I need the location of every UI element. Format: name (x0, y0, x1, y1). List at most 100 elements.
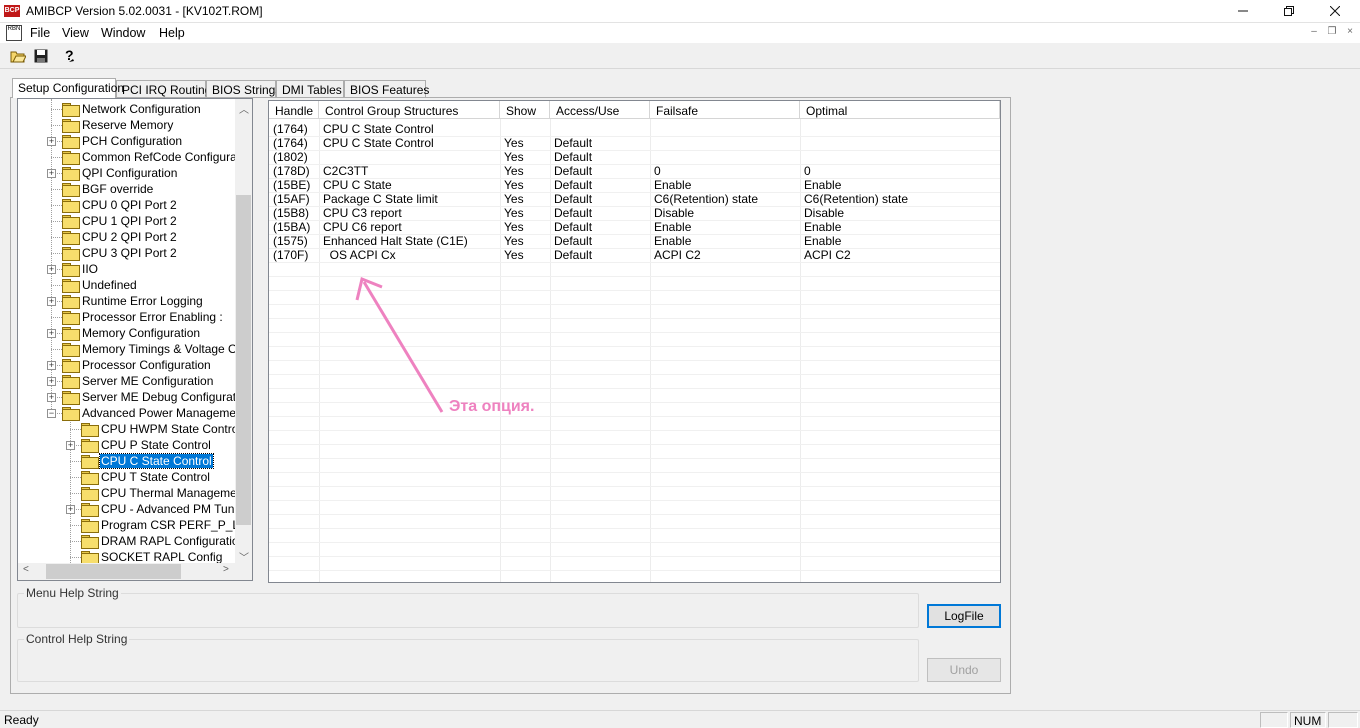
save-icon[interactable] (31, 46, 51, 66)
tree-item[interactable]: CPU - Advanced PM Tuning (81, 501, 251, 517)
tree-item-label: Common RefCode Configuration (82, 150, 253, 164)
control-grid[interactable]: Handle Control Group Structures Show Acc… (268, 100, 1001, 583)
document-icon[interactable]: RBN (6, 25, 22, 41)
tab-bios-strings[interactable]: BIOS Strings (206, 80, 281, 98)
expand-icon[interactable]: + (47, 169, 56, 178)
mdi-close-icon[interactable]: × (1342, 26, 1358, 40)
help-icon[interactable]: ? (60, 46, 80, 66)
grid-row-line (269, 430, 1000, 431)
cell-control-group: Package C State limit (323, 192, 438, 206)
tree-item[interactable]: BGF override (62, 181, 154, 197)
menu-window[interactable]: Window (101, 26, 145, 40)
undo-button[interactable]: Undo (927, 658, 1001, 682)
col-optimal[interactable]: Optimal (800, 101, 1000, 119)
setup-tree[interactable]: Network Configuration Reserve Memory + PCH … (17, 98, 253, 581)
table-row[interactable]: (1764) CPU C State Control Yes Default (269, 136, 1000, 150)
tree-vertical-scrollbar[interactable]: ︿ ﹀ (235, 99, 252, 565)
tree-connector (51, 253, 62, 254)
expand-icon[interactable]: + (47, 137, 56, 146)
status-bar: Ready NUM (0, 710, 1360, 728)
open-folder-icon[interactable] (8, 46, 28, 66)
tree-item[interactable]: CPU 3 QPI Port 2 (62, 245, 178, 261)
table-row[interactable]: (1802) Yes Default (269, 150, 1000, 164)
expand-icon[interactable]: + (66, 505, 75, 514)
scroll-down-icon[interactable]: ﹀ (239, 549, 249, 564)
grid-row-line (269, 304, 1000, 305)
tree-item[interactable]: CPU Thermal Management (81, 485, 248, 501)
menu-file[interactable]: File (30, 26, 50, 40)
tree-item[interactable]: Memory Configuration (62, 325, 201, 341)
tab-bios-features[interactable]: BIOS Features (344, 80, 429, 98)
tree-item[interactable]: CPU 1 QPI Port 2 (62, 213, 178, 229)
tree-item[interactable]: Server ME Configuration (62, 373, 214, 389)
expand-icon[interactable]: + (47, 361, 56, 370)
table-row[interactable]: (15B8) CPU C3 report Yes Default Disable Disa… (269, 206, 1000, 220)
tree-item[interactable]: CPU 0 QPI Port 2 (62, 197, 178, 213)
cell-access: Default (554, 206, 593, 220)
scroll-up-icon[interactable]: ︿ (239, 101, 249, 116)
folder-open-icon (81, 455, 99, 469)
tree-item[interactable]: Processor Error Enabling : (62, 309, 224, 325)
tree-horizontal-scrollbar[interactable]: < > (18, 563, 237, 580)
tab-pci-irq-routing[interactable]: PCI IRQ Routing (116, 80, 211, 98)
tree-item-label: CPU 3 QPI Port 2 (82, 246, 177, 260)
table-row[interactable]: (178D) C2C3TT Yes Default 0 0 (269, 164, 1000, 178)
tab-dmi-tables[interactable]: DMI Tables (276, 80, 344, 98)
tree-item[interactable]: CPU HWPM State Control (81, 421, 242, 437)
col-failsafe[interactable]: Failsafe (650, 101, 800, 119)
tree-item[interactable]: CPU P State Control (81, 437, 212, 453)
expand-icon[interactable]: + (47, 265, 56, 274)
minimize-icon[interactable] (1220, 0, 1266, 22)
tree-item[interactable]: PCH Configuration (62, 133, 183, 149)
tree-item[interactable]: CPU T State Control (81, 469, 211, 485)
tree-item[interactable]: CPU C State Control (81, 453, 214, 469)
expand-icon[interactable]: + (47, 329, 56, 338)
tree-item[interactable]: DRAM RAPL Configuration (81, 533, 246, 549)
tree-item[interactable]: Network Configuration (62, 101, 202, 117)
tree-item[interactable]: IIO (62, 261, 99, 277)
tree-item[interactable]: Server ME Debug Configuration (62, 389, 252, 405)
tree-item[interactable]: Advanced Power Management C (62, 405, 252, 421)
tree-item[interactable]: Program CSR PERF_P_LIMI (81, 517, 252, 533)
tree-item[interactable]: Reserve Memory (62, 117, 174, 133)
cell-handle: (15BA) (273, 220, 311, 234)
tree-connector (70, 477, 81, 478)
menu-help[interactable]: Help (159, 26, 185, 40)
tree-item[interactable]: Common RefCode Configuration (62, 149, 253, 165)
tree-item[interactable]: QPI Configuration (62, 165, 178, 181)
col-control-group[interactable]: Control Group Structures (319, 101, 500, 119)
scroll-left-icon[interactable]: < (23, 564, 29, 575)
table-row[interactable]: (1764) CPU C State Control (269, 122, 1000, 136)
scroll-thumb[interactable] (236, 195, 251, 525)
mdi-minimize-icon[interactable]: – (1306, 26, 1322, 40)
col-handle[interactable]: Handle (269, 101, 319, 119)
expand-icon[interactable]: + (47, 393, 56, 402)
expand-icon[interactable]: + (66, 441, 75, 450)
tree-item[interactable]: Processor Configuration (62, 357, 212, 373)
logfile-button[interactable]: LogFile (927, 604, 1001, 628)
menu-help-label: Menu Help String (24, 586, 121, 600)
col-access-use[interactable]: Access/Use (550, 101, 650, 119)
cell-failsafe: Enable (654, 220, 692, 234)
expand-icon[interactable]: + (47, 297, 56, 306)
tree-item[interactable]: Runtime Error Logging (62, 293, 204, 309)
col-show[interactable]: Show (500, 101, 550, 119)
table-row[interactable]: (1575) Enhanced Halt State (C1E) Yes Defaul… (269, 234, 1000, 248)
menu-view[interactable]: View (62, 26, 89, 40)
grid-row-line (269, 262, 1000, 263)
table-row[interactable]: (170F) OS ACPI Cx Yes Default ACPI C2 ACPI C… (269, 248, 1000, 262)
tree-item[interactable]: CPU 2 QPI Port 2 (62, 229, 178, 245)
expand-icon[interactable]: + (47, 377, 56, 386)
scroll-right-icon[interactable]: > (223, 564, 229, 575)
tree-item[interactable]: Memory Timings & Voltage Overr (62, 341, 252, 357)
tab-setup-configuration[interactable]: Setup Configuration (12, 78, 124, 98)
table-row[interactable]: (15AF) Package C State limit Yes Default C6(… (269, 192, 1000, 206)
collapse-icon[interactable]: − (47, 409, 56, 418)
close-icon[interactable] (1312, 0, 1358, 22)
scroll-thumb-horizontal[interactable] (46, 564, 181, 579)
table-row[interactable]: (15BA) CPU C6 report Yes Default Enable Enabl… (269, 220, 1000, 234)
mdi-restore-icon[interactable]: ❐ (1324, 26, 1340, 40)
maximize-icon[interactable] (1266, 0, 1312, 22)
tree-item[interactable]: Undefined (62, 277, 138, 293)
table-row[interactable]: (15BE) CPU C State Yes Default Enable Enable (269, 178, 1000, 192)
